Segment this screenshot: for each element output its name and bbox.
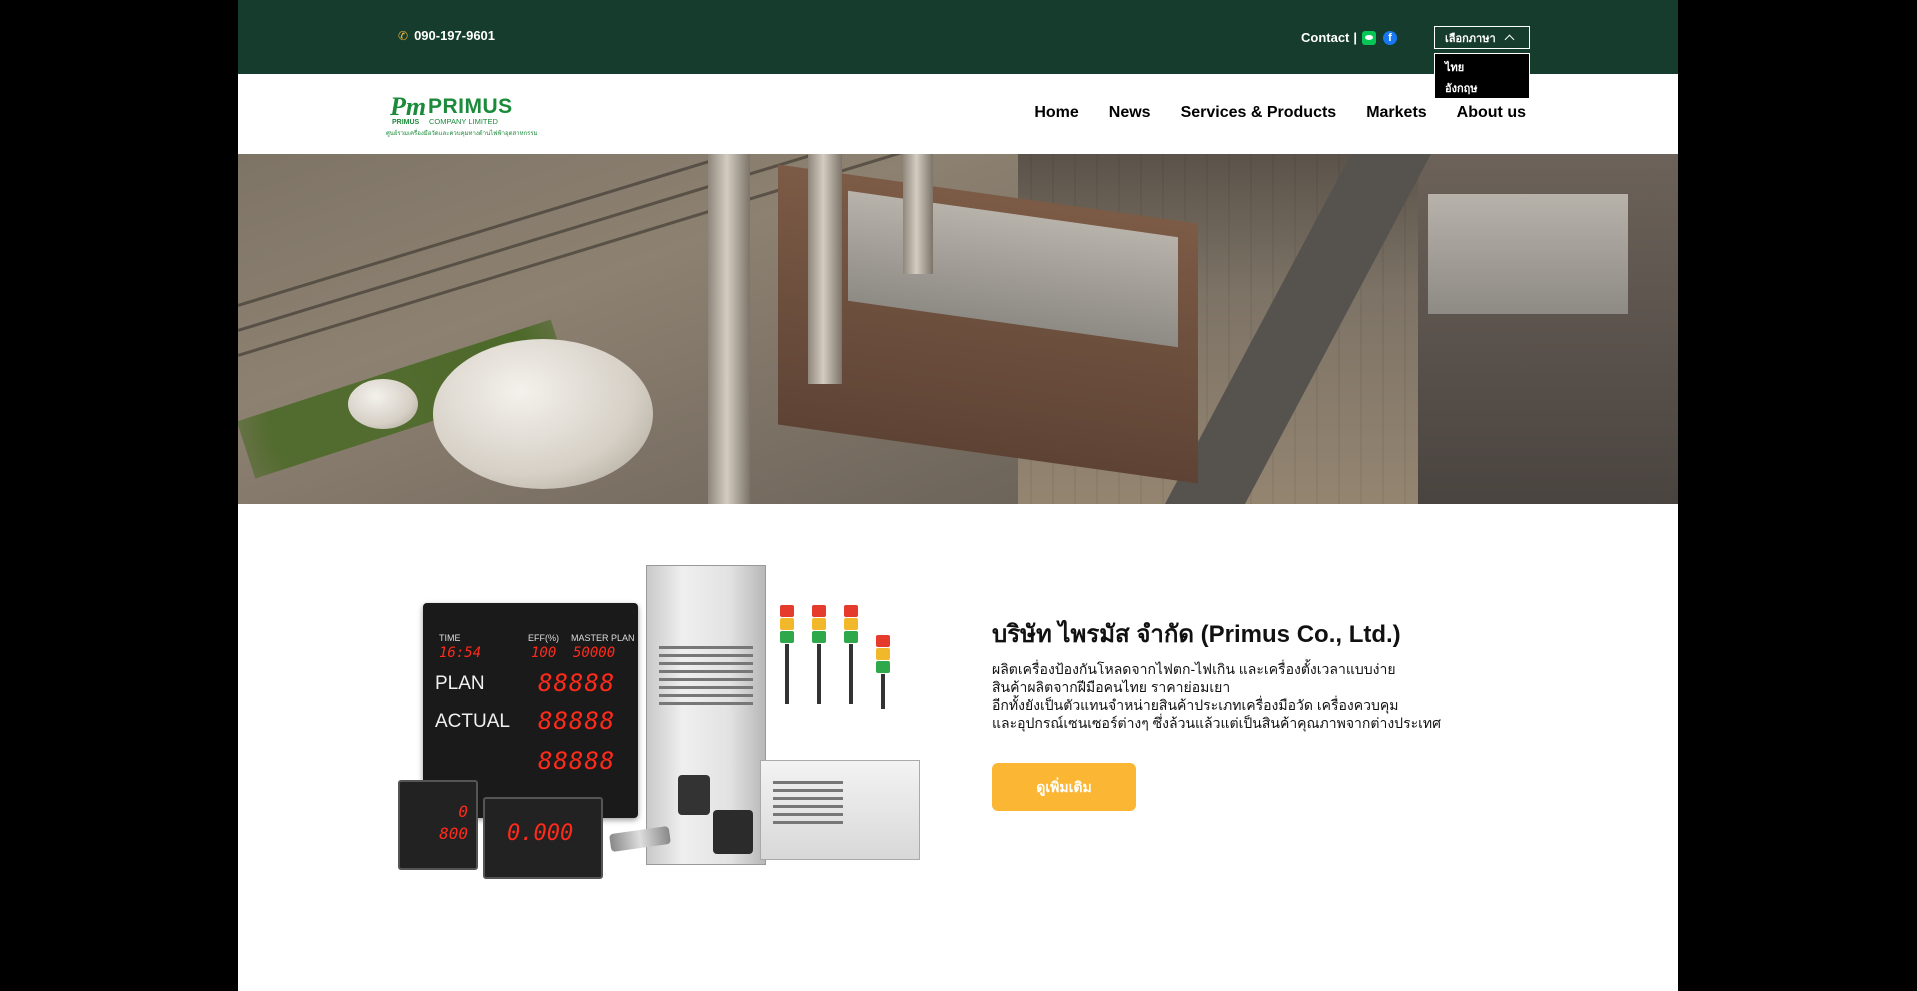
photo-sensor-image xyxy=(713,810,753,854)
panel-meter-small: 0 800 xyxy=(398,780,478,870)
chevron-up-icon xyxy=(1504,34,1515,45)
cabinet-vent xyxy=(659,686,753,689)
hero-warehouse-roof xyxy=(1428,194,1628,314)
board-label-actual: ACTUAL xyxy=(435,711,510,732)
logo-tagline: ศูนย์รวมเครื่องมือวัดและควบคุมทางด้านไฟฟ… xyxy=(386,131,538,137)
meter1-value-bottom: 800 xyxy=(439,824,468,843)
board-value-time: 16:54 xyxy=(439,645,482,661)
nav-home[interactable]: Home xyxy=(1034,104,1078,122)
unit-vent xyxy=(773,805,843,808)
contact-link[interactable]: Contact xyxy=(1301,30,1349,45)
cabinet-vent xyxy=(659,694,753,697)
social-links: f xyxy=(1362,31,1397,45)
logo-mark-caption: PRIMUS xyxy=(392,119,420,126)
cabinet-vent xyxy=(659,646,753,649)
language-option-thai[interactable]: ไทย xyxy=(1445,58,1519,79)
hero-chimney xyxy=(903,154,933,274)
language-option-english[interactable]: อังกฤษ xyxy=(1445,79,1519,100)
logo-name: PRIMUS xyxy=(428,95,513,118)
hero-road xyxy=(1164,154,1432,504)
unit-vent xyxy=(773,789,843,792)
photo-sensor-image xyxy=(678,775,710,815)
unit-vent xyxy=(773,797,843,800)
hero-banner-image xyxy=(238,154,1678,504)
page: ✆ 090-197-9601 Contact | f เลือกภาษา ไทย… xyxy=(238,0,1678,991)
board-digits-row3: 88888 xyxy=(538,747,616,775)
board-value-eff: 100 xyxy=(531,645,557,661)
board-header-master-plan: MASTER PLAN xyxy=(571,633,635,643)
board-digits-actual: 88888 xyxy=(538,707,616,735)
company-title: บริษัท ไพรมัส จำกัด (Primus Co., Ltd.) xyxy=(992,621,1401,648)
cabinet-vent xyxy=(659,702,753,705)
facebook-icon[interactable]: f xyxy=(1383,31,1397,45)
nav-about-us[interactable]: About us xyxy=(1457,104,1526,122)
cabinet-vent xyxy=(659,654,753,657)
signal-tower-lights xyxy=(780,605,910,725)
control-unit-image xyxy=(760,760,920,860)
cabinet-vent xyxy=(659,670,753,673)
description-line: ผลิตเครื่องป้องกันโหลดจากไฟตก-ไฟเกิน และ… xyxy=(992,661,1396,677)
cabinet-vent xyxy=(659,662,753,665)
contact-separator: | xyxy=(1353,30,1358,45)
language-dropdown: ไทย อังกฤษ xyxy=(1434,53,1530,99)
hero-chimney xyxy=(808,154,842,384)
hero-small-tank xyxy=(348,379,418,429)
description-line: อีกทั้งยังเป็นตัวแทนจำหน่ายสินค้าประเภทเ… xyxy=(992,697,1399,713)
panel-meter-large: 0.000 xyxy=(483,797,603,879)
board-label-plan: PLAN xyxy=(435,673,485,694)
company-logo[interactable]: Pm PRIMUS PRIMUS COMPANY LIMITED ศูนย์รว… xyxy=(386,92,538,137)
language-select[interactable]: เลือกภาษา xyxy=(1434,26,1530,49)
unit-vent xyxy=(773,813,843,816)
board-header-eff: EFF(%) xyxy=(528,633,559,643)
phone-number: 090-197-9601 xyxy=(414,28,496,43)
nav-services-products[interactable]: Services & Products xyxy=(1181,104,1337,122)
logo-mark: Pm xyxy=(390,92,427,121)
board-digits-plan: 88888 xyxy=(538,669,616,697)
product-collage-image: TIME EFF(%) MASTER PLAN 16:54 100 50000 … xyxy=(388,565,928,885)
contact-area: Contact | xyxy=(1301,30,1357,45)
logo-subtitle: COMPANY LIMITED xyxy=(429,117,498,126)
language-select-label: เลือกภาษา xyxy=(1445,32,1496,45)
unit-vent xyxy=(773,821,843,824)
company-description: ผลิตเครื่องป้องกันโหลดจากไฟตก-ไฟเกิน และ… xyxy=(992,660,1441,732)
meter1-value-top: 0 xyxy=(458,802,468,821)
hero-chimney xyxy=(708,154,750,504)
description-line: และอุปกรณ์เซนเซอร์ต่างๆ ซึ่งล้วนแล้วแต่เ… xyxy=(992,715,1442,731)
unit-vent xyxy=(773,781,843,784)
description-line: สินค้าผลิตจากฝีมือคนไทย ราคาย่อมเยา xyxy=(992,679,1231,695)
hero-storage-tank xyxy=(433,339,653,489)
cabinet-vent xyxy=(659,678,753,681)
meter2-value: 0.000 xyxy=(507,821,574,846)
phone-icon: ✆ xyxy=(398,28,409,43)
board-header-time: TIME xyxy=(439,633,461,643)
nav-news[interactable]: News xyxy=(1109,104,1151,122)
main-nav: Home News Services & Products Markets Ab… xyxy=(1034,104,1526,122)
line-icon[interactable] xyxy=(1362,31,1376,45)
read-more-button[interactable]: ดูเพิ่มเติม xyxy=(992,763,1136,811)
phone-link[interactable]: ✆ 090-197-9601 xyxy=(398,28,495,43)
nav-markets[interactable]: Markets xyxy=(1366,104,1426,122)
board-value-master-plan: 50000 xyxy=(573,645,616,661)
